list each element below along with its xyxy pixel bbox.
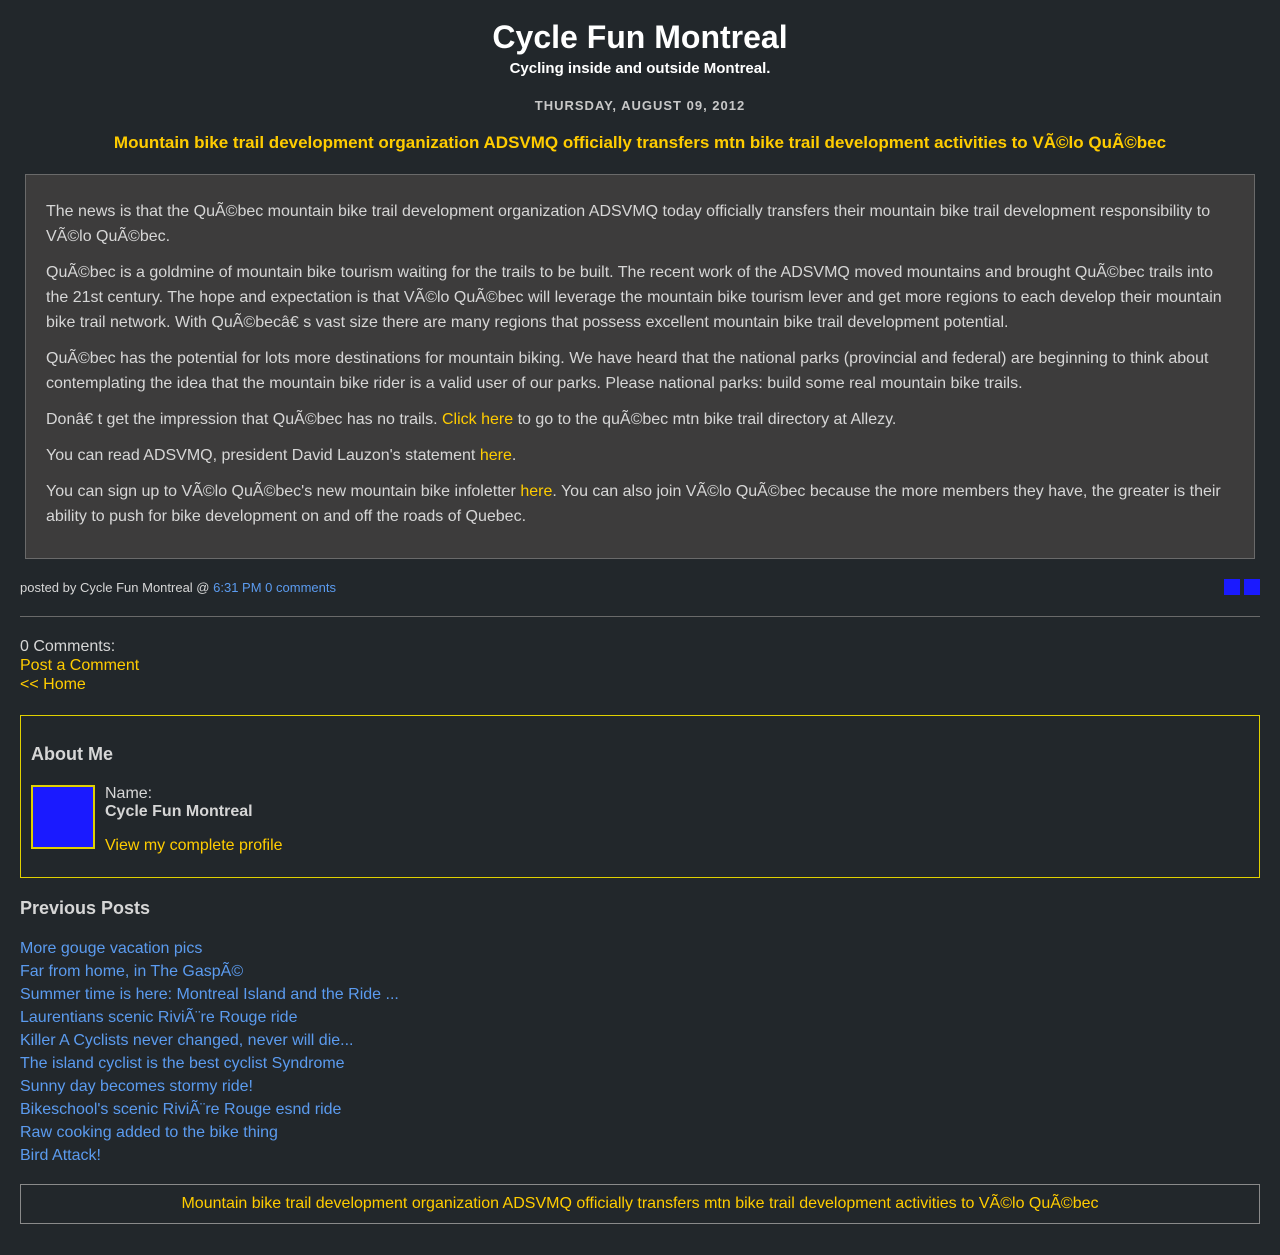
paragraph-text: . (511, 447, 517, 464)
comments-count: 0 Comments: (20, 638, 116, 655)
previous-posts: Previous Posts More gouge vacation pics … (20, 898, 1260, 1167)
post-paragraph: QuÃ©bec has the potential for lots more … (46, 350, 1209, 392)
post-paragraph: You can read ADSVMQ, president David Lau… (46, 443, 1234, 468)
post-paragraph: The news is that the QuÃ©bec mountain bi… (46, 203, 1211, 245)
avatar[interactable] (31, 785, 95, 849)
home-link[interactable]: << Home (20, 676, 86, 693)
statement-link[interactable]: here (480, 447, 512, 464)
bottom-post-link[interactable]: Mountain bike trail development organiza… (181, 1195, 1098, 1212)
blog-header: Cycle Fun Montreal Cycling inside and ou… (0, 0, 1280, 77)
comments-section: 0 Comments: Post a Comment << Home (20, 637, 1260, 694)
list-item: More gouge vacation pics (20, 937, 1260, 960)
list-item: Bird Attack! (20, 1144, 1260, 1167)
list-item: Summer time is here: Montreal Island and… (20, 983, 1260, 1006)
post-title[interactable]: Mountain bike trail development organiza… (0, 133, 1280, 153)
about-me-box: About Me Name: Cycle Fun Montreal View m… (20, 715, 1260, 878)
previous-post-link[interactable]: Sunny day becomes stormy ride! (20, 1078, 253, 1095)
previous-post-link[interactable]: More gouge vacation pics (20, 940, 202, 957)
email-post-icon[interactable] (1224, 579, 1240, 595)
previous-post-link[interactable]: Bird Attack! (20, 1147, 101, 1164)
list-item: Raw cooking added to the bike thing (20, 1121, 1260, 1144)
edit-post-icon[interactable] (1244, 579, 1260, 595)
name-label: Name: (105, 785, 153, 802)
list-item: Laurentians scenic RiviÃ¨re Rouge ride (20, 1006, 1260, 1029)
previous-post-link[interactable]: Bikeschool's scenic RiviÃ¨re Rouge esnd … (20, 1101, 341, 1118)
list-item: Bikeschool's scenic RiviÃ¨re Rouge esnd … (20, 1098, 1260, 1121)
post-action-icons (1220, 579, 1260, 598)
list-item: Far from home, in The GaspÃ© (20, 960, 1260, 983)
previous-post-link[interactable]: Raw cooking added to the bike thing (20, 1124, 278, 1141)
view-profile-link[interactable]: View my complete profile (105, 837, 283, 854)
profile-name: Cycle Fun Montreal (105, 803, 253, 820)
post-time-link[interactable]: 6:31 PM (213, 580, 261, 595)
previous-post-link[interactable]: Killer A Cyclists never changed, never w… (20, 1032, 353, 1049)
post-paragraph: Donâ€ t get the impression that QuÃ©bec … (46, 407, 1234, 432)
previous-posts-list: More gouge vacation pics Far from home, … (20, 937, 1260, 1167)
post-date: THURSDAY, AUGUST 09, 2012 (534, 98, 746, 113)
previous-posts-heading: Previous Posts (20, 898, 151, 918)
post-paragraph: You can sign up to VÃ©lo QuÃ©bec's new m… (46, 479, 1234, 529)
list-item: Sunny day becomes stormy ride! (20, 1075, 1260, 1098)
infoletter-link[interactable]: here (520, 483, 552, 500)
post-paragraph: QuÃ©bec is a goldmine of mountain bike t… (46, 264, 1222, 331)
previous-post-link[interactable]: Summer time is here: Montreal Island and… (20, 986, 399, 1003)
post-body: The news is that the QuÃ©bec mountain bi… (25, 174, 1255, 559)
paragraph-text: Donâ€ t get the impression that QuÃ©bec … (46, 411, 442, 428)
trail-directory-link[interactable]: Click here (442, 411, 513, 428)
previous-post-link[interactable]: Laurentians scenic RiviÃ¨re Rouge ride (20, 1009, 297, 1026)
about-me-heading: About Me (31, 744, 113, 764)
paragraph-text: to go to the quÃ©bec mtn bike trail dire… (513, 411, 897, 428)
posted-by-text: posted by Cycle Fun Montreal @ (20, 580, 214, 595)
previous-post-link[interactable]: The island cyclist is the best cyclist S… (20, 1055, 345, 1072)
list-item: The island cyclist is the best cyclist S… (20, 1052, 1260, 1075)
paragraph-text: You can sign up to VÃ©lo QuÃ©bec's new m… (46, 483, 521, 500)
post-comment-link[interactable]: Post a Comment (20, 657, 139, 674)
post-footer: posted by Cycle Fun Montreal @ 6:31 PM 0… (20, 579, 1260, 598)
comments-count-link[interactable]: 0 comments (265, 580, 336, 595)
blog-title[interactable]: Cycle Fun Montreal (0, 18, 1280, 56)
divider (20, 616, 1260, 617)
list-item: Killer A Cyclists never changed, never w… (20, 1029, 1260, 1052)
bottom-post-banner: Mountain bike trail development organiza… (20, 1184, 1260, 1224)
previous-post-link[interactable]: Far from home, in The GaspÃ© (20, 963, 243, 980)
blog-description: Cycling inside and outside Montreal. (509, 60, 771, 77)
paragraph-text: You can read ADSVMQ, president David Lau… (46, 447, 480, 464)
